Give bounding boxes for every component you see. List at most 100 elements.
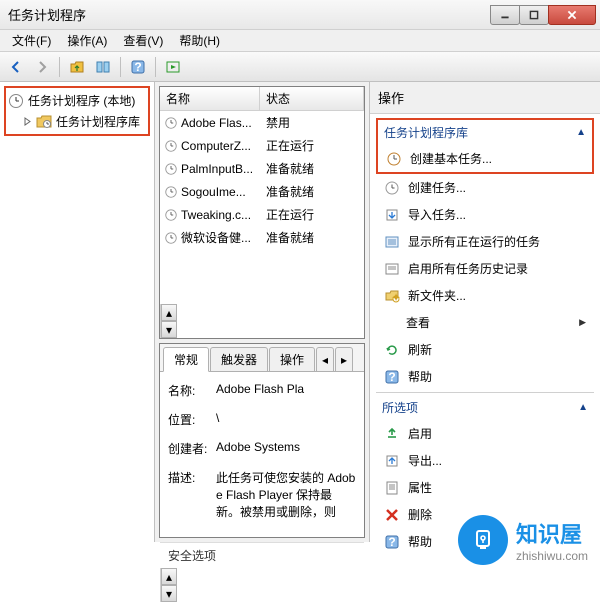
actions-highlight: 任务计划程序库 ▲ 创建基本任务... xyxy=(376,118,594,174)
task-list: 名称 状态 Adobe Flas...禁用 ComputerZ... 正在运行 P… xyxy=(159,86,365,339)
menu-action[interactable]: 操作(A) xyxy=(59,30,115,51)
task-row[interactable]: 微软设备健...准备就绪 xyxy=(160,226,364,249)
help-button[interactable]: ? xyxy=(126,55,150,79)
clock-icon xyxy=(8,93,24,109)
svg-text:?: ? xyxy=(134,60,141,74)
scroll-up-icon[interactable]: ▴ xyxy=(161,568,177,585)
menu-file[interactable]: 文件(F) xyxy=(4,30,59,51)
column-status[interactable]: 状态 xyxy=(260,87,364,110)
task-name: Adobe Flas... xyxy=(181,116,252,130)
label-description: 描述: xyxy=(168,469,216,486)
task-name: Tweaking.c... xyxy=(181,208,251,222)
collapse-icon[interactable]: ▲ xyxy=(576,127,586,138)
task-row[interactable]: PalmInputB...准备就绪 xyxy=(160,157,364,180)
task-row[interactable]: Adobe Flas...禁用 xyxy=(160,111,364,134)
action-label: 属性 xyxy=(408,479,432,496)
help-icon: ? xyxy=(384,369,400,385)
security-options-heading: 安全选项 xyxy=(160,542,364,568)
actions-header: 操作 xyxy=(370,82,600,114)
actions-section-selected: 所选项 ▲ xyxy=(376,395,594,420)
scroll-down-icon[interactable]: ▾ xyxy=(161,321,177,338)
action-label: 查看 xyxy=(406,314,430,331)
menu-view[interactable]: 查看(V) xyxy=(115,30,171,51)
action-import-task[interactable]: 导入任务... xyxy=(376,201,594,228)
tab-actions[interactable]: 操作 xyxy=(269,347,315,372)
value-description: 此任务可使您安装的 Adobe Flash Player 保持最新。被禁用或删除… xyxy=(216,469,356,520)
section-library-label: 任务计划程序库 xyxy=(384,124,468,141)
task-row[interactable]: SogouIme... 准备就绪 xyxy=(160,180,364,203)
watermark-text: 知识屋 zhishiwu.com xyxy=(516,517,588,563)
clock-icon xyxy=(164,116,178,130)
collapse-icon[interactable]: ▲ xyxy=(578,402,588,413)
new-folder-icon: ✦ xyxy=(384,288,400,304)
refresh-icon xyxy=(384,342,400,358)
close-button[interactable] xyxy=(548,5,596,25)
action-show-running[interactable]: 显示所有正在运行的任务 xyxy=(376,228,594,255)
scroll-down-icon[interactable]: ▾ xyxy=(161,585,177,602)
action-new-folder[interactable]: ✦ 新文件夹... xyxy=(376,282,594,309)
task-row[interactable]: Tweaking.c...正在运行 xyxy=(160,203,364,226)
delete-icon xyxy=(384,507,400,523)
action-create-task[interactable]: 创建任务... xyxy=(376,174,594,201)
scrollbar[interactable]: ▴ ▾ xyxy=(160,568,177,602)
action-enable-history[interactable]: 启用所有任务历史记录 xyxy=(376,255,594,282)
value-author: Adobe Systems xyxy=(216,440,356,454)
minimize-button[interactable] xyxy=(490,5,520,25)
tree-root-label: 任务计划程序 (本地) xyxy=(28,92,135,109)
properties-icon xyxy=(384,480,400,496)
panes-button[interactable] xyxy=(91,55,115,79)
task-row[interactable]: ComputerZ... 正在运行 xyxy=(160,134,364,157)
action-refresh[interactable]: 刷新 xyxy=(376,336,594,363)
watermark-url: zhishiwu.com xyxy=(516,549,588,563)
back-button[interactable] xyxy=(4,55,28,79)
action-label: 帮助 xyxy=(408,533,432,550)
watermark-brand: 知识屋 xyxy=(516,517,588,549)
tab-scroll-left[interactable]: ◂ xyxy=(316,347,334,372)
tab-scroll-right[interactable]: ▸ xyxy=(335,347,353,372)
action-label: 创建任务... xyxy=(408,179,466,196)
task-name: SogouIme... xyxy=(181,185,246,199)
action-export[interactable]: 导出... xyxy=(376,447,594,474)
scrollbar[interactable]: ▴ ▾ xyxy=(160,304,177,338)
column-name[interactable]: 名称 xyxy=(160,87,260,110)
maximize-button[interactable] xyxy=(519,5,549,25)
list-body: Adobe Flas...禁用 ComputerZ... 正在运行 PalmInp… xyxy=(160,111,364,249)
tree-root-node[interactable]: 任务计划程序 (本地) xyxy=(8,90,146,111)
running-icon xyxy=(384,234,400,250)
expand-icon[interactable] xyxy=(22,117,32,127)
tab-triggers[interactable]: 触发器 xyxy=(210,347,268,372)
action-properties[interactable]: 属性 xyxy=(376,474,594,501)
window-controls xyxy=(491,5,596,25)
toolbar-separator xyxy=(155,57,156,77)
actions-body: 任务计划程序库 ▲ 创建基本任务... 创建任务... 导入任务... 显示所有… xyxy=(370,114,600,559)
clock-icon xyxy=(164,185,178,199)
action-enable[interactable]: 启用 xyxy=(376,420,594,447)
svg-text:✦: ✦ xyxy=(391,290,400,304)
action-label: 启用 xyxy=(408,425,432,442)
run-button[interactable] xyxy=(161,55,185,79)
tree-library-node[interactable]: 任务计划程序库 xyxy=(8,111,146,132)
enable-icon xyxy=(384,426,400,442)
import-icon xyxy=(384,207,400,223)
menu-help[interactable]: 帮助(H) xyxy=(171,30,228,51)
action-view[interactable]: 查看 ▶ xyxy=(376,309,594,336)
action-label: 删除 xyxy=(408,506,432,523)
action-help[interactable]: ? 帮助 xyxy=(376,363,594,390)
task-status: 准备就绪 xyxy=(260,160,364,177)
folder-up-button[interactable] xyxy=(65,55,89,79)
clock-icon xyxy=(164,208,178,222)
label-location: 位置: xyxy=(168,411,216,428)
scroll-up-icon[interactable]: ▴ xyxy=(161,304,177,321)
action-create-basic-task[interactable]: 创建基本任务... xyxy=(378,145,592,172)
task-status: 正在运行 xyxy=(260,137,364,154)
forward-button[interactable] xyxy=(30,55,54,79)
tab-general[interactable]: 常规 xyxy=(163,347,209,372)
action-label: 启用所有任务历史记录 xyxy=(408,260,528,277)
action-label: 帮助 xyxy=(408,368,432,385)
wizard-icon xyxy=(386,151,402,167)
task-name: ComputerZ... xyxy=(181,139,251,153)
list-header: 名称 状态 xyxy=(160,87,364,111)
toolbar-separator xyxy=(120,57,121,77)
folder-clock-icon xyxy=(36,114,52,130)
task-status: 准备就绪 xyxy=(260,183,364,200)
